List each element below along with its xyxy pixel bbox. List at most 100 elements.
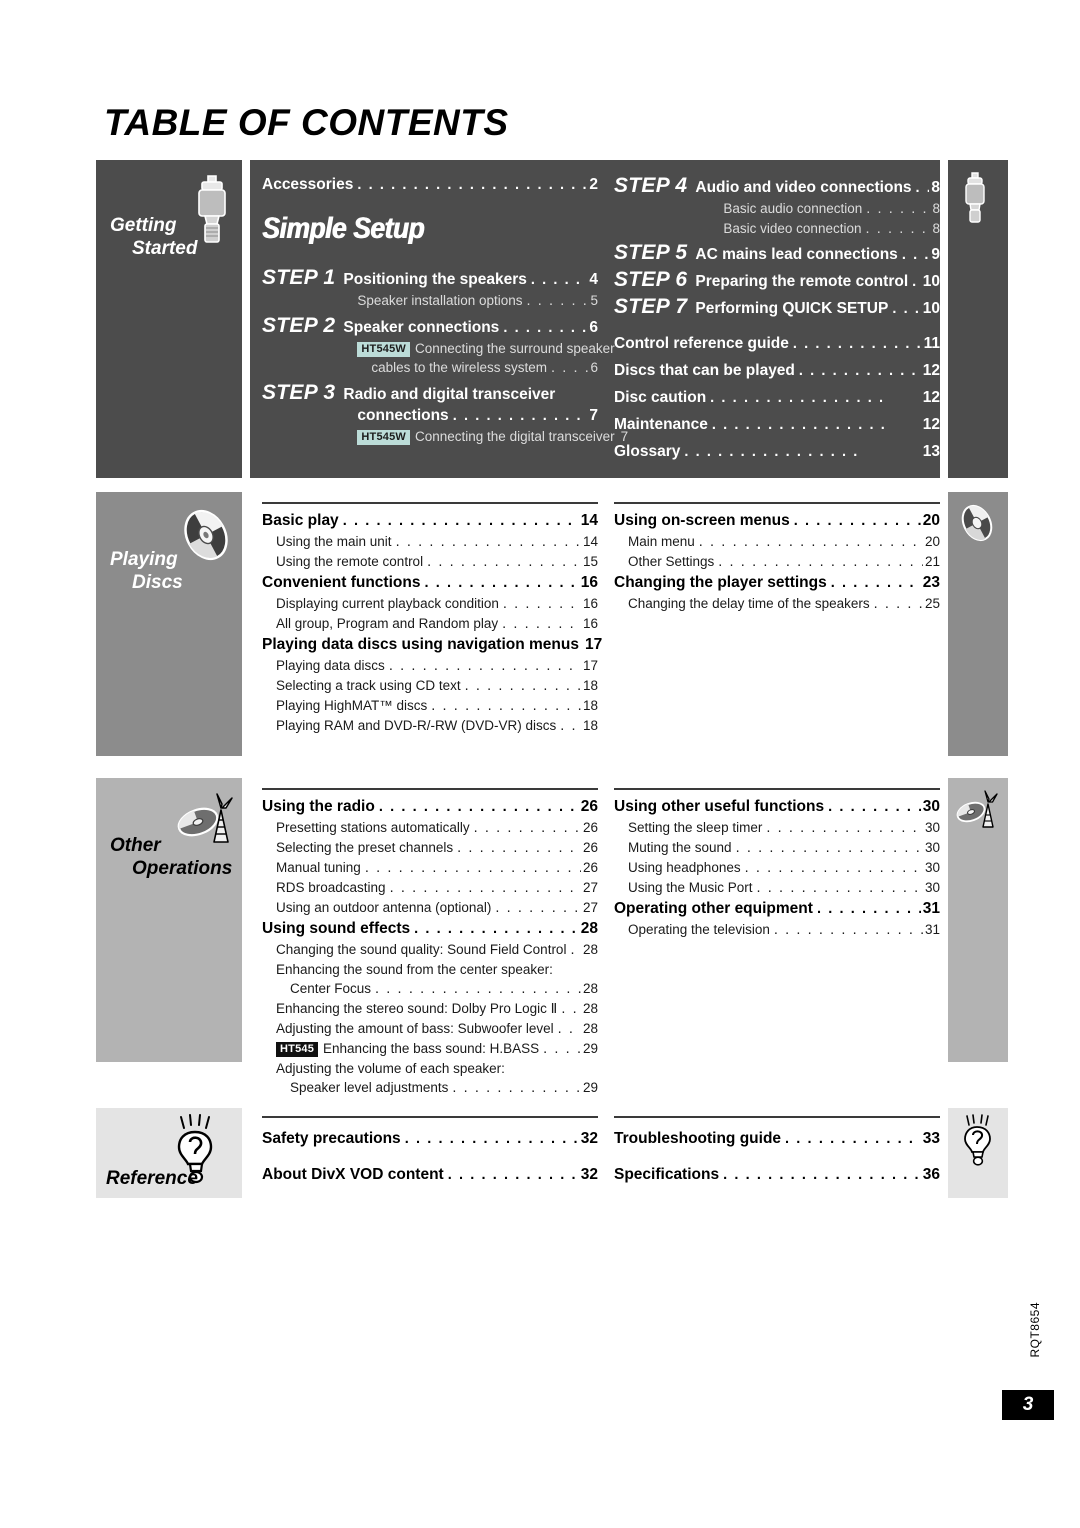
toc-entry[interactable]: Radio and digital transceiver — [343, 384, 598, 405]
leader-dots: . . . . . . . . . . . . . . . . — [798, 363, 921, 379]
toc-entry[interactable]: Discs that can be played . . . . . . . .… — [614, 360, 940, 382]
toc-entry[interactable]: Speaker installation options . . . . . .… — [343, 291, 598, 311]
toc-entry[interactable]: Using the radio . . . . . . . . . . . . … — [262, 796, 598, 818]
toc-entry[interactable]: Operating the television . . . . . . . .… — [614, 920, 940, 940]
toc-entry[interactable]: Adjusting the amount of bass: Subwoofer … — [262, 1019, 598, 1039]
toc-entry[interactable]: Presetting stations automatically . . . … — [262, 818, 598, 838]
toc-entry[interactable]: Accessories . . . . . . . . . . . . . . … — [262, 174, 598, 196]
toc-entry[interactable]: Basic video connection . . . . . . . . .… — [695, 219, 940, 239]
plug-connector-icon — [962, 170, 988, 226]
toc-entry[interactable]: Using the main unit . . . . . . . . . . … — [262, 532, 598, 552]
lightbulb-idea-icon — [962, 1114, 996, 1166]
leader-dots: . . . . . . . . . . . . . . . . — [711, 417, 887, 433]
toc-entry[interactable]: Selecting the preset channels . . . . . … — [262, 838, 598, 858]
toc-entry[interactable]: Using an outdoor antenna (optional) . . … — [262, 898, 598, 918]
edge-marker-reference — [948, 1108, 1008, 1198]
toc-entry[interactable]: Using sound effects . . . . . . . . . . … — [262, 918, 598, 940]
toc-entry[interactable]: Other Settings . . . . . . . . . . . . .… — [614, 552, 940, 572]
leader-dots: . . . . . . . . . . . . . . . . . . . . … — [364, 860, 581, 876]
toc-entry[interactable]: Using headphones . . . . . . . . . . . .… — [614, 858, 940, 878]
toc-entry[interactable]: Muting the sound . . . . . . . . . . . .… — [614, 838, 940, 858]
page-title: TABLE OF CONTENTS — [104, 102, 509, 143]
edge-marker-playing-discs — [948, 492, 1008, 756]
toc-entry[interactable]: HT545 Enhancing the bass sound: H.BASS . … — [262, 1039, 598, 1059]
toc-entry[interactable]: Preparing the remote control . . . . 10 — [695, 271, 940, 293]
toc-step-row[interactable]: STEP 5 AC mains lead connections . . . .… — [614, 241, 940, 266]
toc-entry[interactable]: Performing QUICK SETUP . . . . . . 10 — [695, 298, 940, 320]
toc-entry[interactable]: Changing the sound quality: Sound Field … — [262, 940, 598, 960]
toc-entry[interactable]: Using on-screen menus . . . . . . . . . … — [614, 510, 940, 532]
panel-other-operations: Using the radio . . . . . . . . . . . . … — [250, 778, 940, 1096]
leader-dots: . . . . — [912, 274, 921, 290]
tab-playing-discs[interactable]: Playing Discs — [96, 492, 242, 756]
toc-entry[interactable]: Control reference guide . . . . . . . . … — [614, 333, 940, 355]
tab-reference[interactable]: Reference — [96, 1108, 242, 1198]
document-code: RQT8654 — [1028, 1302, 1042, 1358]
toc-entry[interactable]: Specifications . . . . . . . . . . . . .… — [614, 1164, 940, 1186]
leader-dots: . . . . . . . . . . . . . . . . . — [503, 320, 588, 336]
toc-step-row[interactable]: STEP 6 Preparing the remote control . . … — [614, 268, 940, 293]
leader-dots: . . . . . . . . . . . . . . . — [431, 698, 581, 714]
toc-entry[interactable]: About DivX VOD content . . . . . . . . .… — [262, 1164, 598, 1186]
leader-dots: . . . — [570, 942, 581, 958]
toc-entry[interactable]: Speaker level adjustments . . . . . . . … — [262, 1078, 598, 1098]
toc-entry[interactable]: Setting the sleep timer . . . . . . . . … — [614, 818, 940, 838]
leader-dots: . . . . . . . . . . . . . . . — [452, 408, 588, 424]
toc-entry[interactable]: Glossary . . . . . . . . . . . . . . . .… — [614, 441, 940, 463]
toc-entry[interactable]: Center Focus . . . . . . . . . . . . . .… — [262, 979, 598, 999]
toc-entry[interactable]: Playing data discs using navigation menu… — [262, 634, 602, 656]
toc-entry[interactable]: Safety precautions . . . . . . . . . . .… — [262, 1128, 598, 1150]
page-number: 3 — [1002, 1390, 1054, 1420]
toc-entry[interactable]: Basic play . . . . . . . . . . . . . . .… — [262, 510, 598, 532]
toc-entry[interactable]: RDS broadcasting . . . . . . . . . . . .… — [262, 878, 598, 898]
toc-entry[interactable]: Using other useful functions . . . . . .… — [614, 796, 940, 818]
toc-entry[interactable]: Positioning the speakers . . . . . . . .… — [343, 269, 598, 291]
toc-step-row[interactable]: STEP 4 Audio and video connections . . .… — [614, 174, 940, 239]
toc-entry[interactable]: Playing HighMAT™ discs . . . . . . . . .… — [262, 696, 598, 716]
toc-step-row[interactable]: STEP 7 Performing QUICK SETUP . . . . . … — [614, 295, 940, 320]
toc-step-row[interactable]: STEP 3 Radio and digital transceiver con… — [262, 381, 628, 447]
leader-dots: . . . . . . . . . . . . . . . . . . — [395, 534, 581, 550]
toc-entry[interactable]: cables to the wireless system . . . . . … — [343, 358, 598, 378]
toc-entry[interactable]: Changing the player settings . . . . . .… — [614, 572, 940, 594]
edge-marker-getting-started — [948, 160, 1008, 478]
toc-entry[interactable]: Operating other equipment . . . . . . . … — [614, 898, 940, 920]
toc-entry[interactable]: connections . . . . . . . . . . . . . . … — [343, 405, 598, 427]
toc-entry[interactable]: Using the remote control . . . . . . . .… — [262, 552, 598, 572]
edge-marker-other-operations — [948, 778, 1008, 1062]
leader-dots: . . . . . . . . . . . . . . . . — [793, 513, 921, 529]
toc-entry[interactable]: All group, Program and Random play . . .… — [262, 614, 598, 634]
tab-getting-started[interactable]: Getting Started — [96, 160, 242, 478]
toc-entry[interactable]: Disc caution . . . . . . . . . . . . . .… — [614, 387, 940, 409]
toc-step-row[interactable]: STEP 2 Speaker connections . . . . . . .… — [262, 314, 615, 378]
toc-entry[interactable]: AC mains lead connections . . . . . . 9 — [695, 244, 940, 266]
toc-entry[interactable]: Audio and video connections . . . . . 8 — [695, 177, 940, 199]
toc-entry[interactable]: Troubleshooting guide . . . . . . . . . … — [614, 1128, 940, 1150]
toc-entry[interactable]: Basic audio connection . . . . . . . . .… — [695, 199, 940, 219]
toc-entry[interactable]: HT545W Connecting the digital transceiver… — [343, 427, 628, 447]
toc-entry[interactable]: Using the Music Port . . . . . . . . . .… — [614, 878, 940, 898]
leader-dots: . . . . . . . . . . . . . . . . . — [424, 575, 578, 591]
toc-entry[interactable]: Speaker connections . . . . . . . . . . … — [343, 317, 598, 339]
toc-entry[interactable]: Maintenance . . . . . . . . . . . . . . … — [614, 414, 940, 436]
toc-entry[interactable]: Adjusting the volume of each speaker: — [262, 1059, 598, 1078]
leader-dots: . . . . . . . . . . . . . . . . . . . . … — [375, 981, 581, 997]
toc-entry[interactable]: Convenient functions . . . . . . . . . .… — [262, 572, 598, 594]
leader-dots: . . . . . . . . . . . . — [495, 900, 581, 916]
toc-entry[interactable]: Playing data discs . . . . . . . . . . .… — [262, 656, 598, 676]
divider — [614, 502, 940, 504]
toc-entry[interactable]: Displaying current playback condition . … — [262, 594, 598, 614]
toc-entry[interactable]: Manual tuning . . . . . . . . . . . . . … — [262, 858, 598, 878]
toc-entry[interactable]: Enhancing the stereo sound: Dolby Pro Lo… — [262, 999, 598, 1019]
toc-entry[interactable]: Playing RAM and DVD-R/-RW (DVD-VR) discs… — [262, 716, 598, 736]
toc-entry[interactable]: Main menu . . . . . . . . . . . . . . . … — [614, 532, 940, 552]
toc-entry[interactable]: HT545W Connecting the surround speaker — [343, 339, 615, 358]
toc-entry[interactable]: Selecting a track using CD text . . . . … — [262, 676, 598, 696]
toc-step-row[interactable]: STEP 1 Positioning the speakers . . . . … — [262, 266, 598, 311]
toc-entry[interactable]: Changing the delay time of the speakers … — [614, 594, 940, 614]
leader-dots: . . . . . . . . . . . . . . . . . — [785, 1131, 921, 1147]
tab-other-operations[interactable]: Other Operations — [96, 778, 242, 1062]
leader-dots: . . . . . . . . . . . . . . — [530, 272, 588, 288]
divider — [614, 1116, 940, 1118]
toc-entry[interactable]: Enhancing the sound from the center spea… — [262, 960, 598, 979]
